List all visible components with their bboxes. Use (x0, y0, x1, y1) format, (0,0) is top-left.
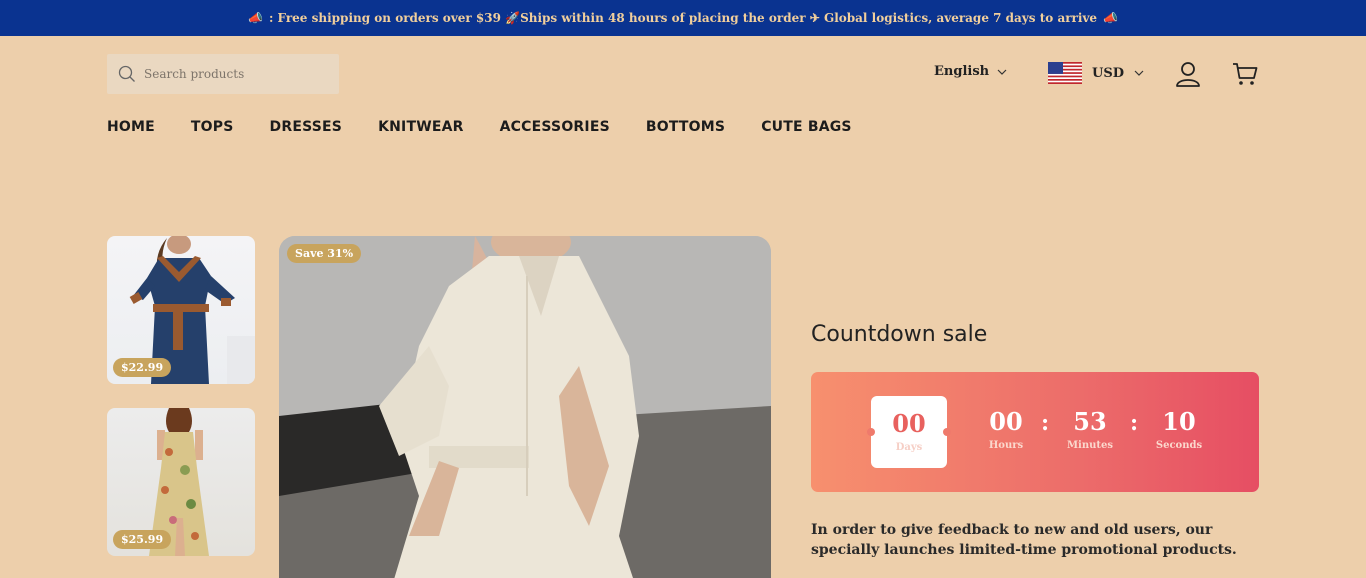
price-badge: $22.99 (113, 358, 172, 377)
currency-label: USD (1092, 65, 1124, 81)
main-nav: HOME TOPS DRESSES KNITWEAR ACCESSORIES B… (107, 119, 888, 135)
nav-item-dresses[interactable]: DRESSES (270, 119, 343, 135)
nav-item-home[interactable]: HOME (107, 119, 155, 135)
product-thumbnail[interactable]: $25.99 (107, 408, 255, 556)
countdown-title: Countdown sale (811, 322, 988, 347)
nav-item-knitwear[interactable]: KNITWEAR (378, 119, 464, 135)
seconds-label: Seconds (1155, 440, 1203, 451)
nav-item-cute-bags[interactable]: CUTE BAGS (761, 119, 852, 135)
cart-icon[interactable] (1231, 60, 1259, 88)
minutes-value: 53 (1073, 407, 1107, 436)
search-input[interactable] (144, 67, 324, 81)
minutes-label: Minutes (1066, 440, 1114, 451)
hero-product-image[interactable]: Save 31% (279, 236, 771, 578)
search-box[interactable] (107, 54, 339, 94)
announcement-bar: 📣 : Free shipping on orders over $39 🚀Sh… (0, 0, 1366, 36)
seconds-value: 10 (1162, 407, 1196, 436)
account-icon[interactable] (1174, 60, 1202, 88)
nav-item-bottoms[interactable]: BOTTOMS (646, 119, 725, 135)
language-selector[interactable]: English (934, 64, 1007, 79)
countdown-seconds: 10 Seconds (1149, 407, 1209, 452)
chevron-down-icon (997, 69, 1007, 75)
megaphone-icon: 📣 (247, 11, 263, 25)
hero-photo (279, 236, 771, 578)
megaphone-icon: 📣 (1103, 11, 1119, 25)
announcement-text: : Free shipping on orders over $39 🚀Ship… (268, 11, 1098, 25)
currency-selector[interactable]: USD (1048, 62, 1144, 84)
chevron-down-icon (1134, 70, 1144, 76)
countdown-timer: 00 Days 00 Hours : 53 Minutes : 10 Secon… (811, 372, 1259, 492)
hours-value: 00 (989, 407, 1023, 436)
days-label: Days (895, 442, 923, 453)
header: English USD (0, 36, 1366, 112)
countdown-hours: 00 Hours (976, 407, 1036, 452)
nav-item-tops[interactable]: TOPS (191, 119, 234, 135)
product-thumbnail[interactable]: $22.99 (107, 236, 255, 384)
discount-badge: Save 31% (287, 244, 362, 263)
search-icon (118, 65, 135, 82)
time-separator: : (1130, 410, 1139, 436)
countdown-days: 00 Days (867, 396, 951, 468)
language-label: English (934, 64, 990, 79)
hours-label: Hours (988, 440, 1024, 451)
price-badge: $25.99 (113, 530, 172, 549)
promo-description: In order to give feedback to new and old… (811, 522, 1237, 558)
time-separator: : (1041, 410, 1050, 436)
us-flag-icon (1048, 62, 1082, 84)
days-value: 00 (892, 409, 926, 438)
nav-item-accessories[interactable]: ACCESSORIES (500, 119, 610, 135)
countdown-minutes: 53 Minutes (1060, 407, 1120, 452)
